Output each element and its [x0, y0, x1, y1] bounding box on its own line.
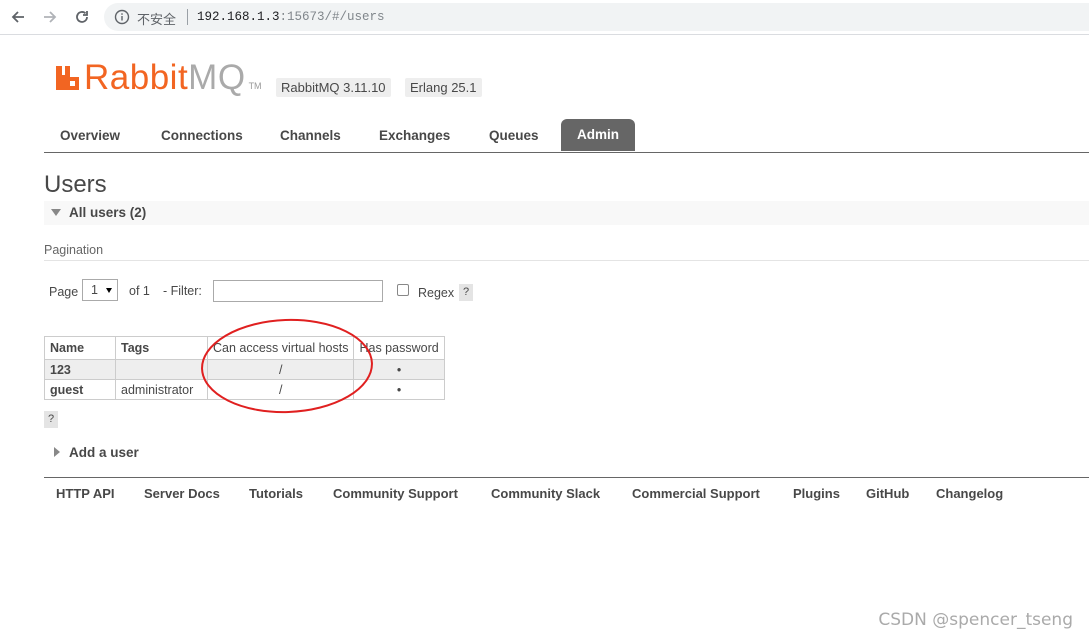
all-users-heading: All users (2) [69, 205, 147, 220]
footer-link-community-slack[interactable]: Community Slack [491, 486, 600, 501]
footer-link-changelog[interactable]: Changelog [936, 486, 1003, 501]
table-help-button[interactable]: ? [44, 411, 58, 428]
footer-link-tutorials[interactable]: Tutorials [249, 486, 303, 501]
url-path: :15673/#/users [279, 10, 385, 24]
column-header-has-password[interactable]: Has password [353, 336, 445, 360]
security-status: 不安全 [137, 13, 177, 28]
tab-queues[interactable]: Queues [473, 119, 555, 152]
watermark-text: CSDN @spencer_tseng [878, 610, 1073, 630]
footer-link-community-support[interactable]: Community Support [333, 486, 458, 501]
url-host: 192.168.1.3 [197, 10, 280, 24]
logo-trademark: TM [248, 81, 262, 91]
footer-link-http-api[interactable]: HTTP API [56, 486, 115, 501]
column-header-name[interactable]: Name [44, 336, 116, 360]
user-name[interactable]: guest [44, 379, 116, 400]
pagination-heading: Pagination [44, 243, 104, 257]
user-has-password: • [353, 359, 445, 380]
tab-channels[interactable]: Channels [264, 119, 357, 152]
expand-triangle-icon [54, 447, 60, 457]
user-tags: administrator [115, 379, 208, 400]
browser-toolbar: 不安全 192.168.1.3:15673/#/users [0, 0, 1089, 34]
column-header-vhosts[interactable]: Can access virtual hosts [206, 336, 355, 360]
filter-label: - Filter: [163, 284, 202, 298]
regex-checkbox[interactable] [397, 284, 409, 296]
rabbitmq-logo[interactable]: RabbitMQ TM [55, 60, 262, 96]
toolbar-divider [0, 34, 1089, 35]
filter-input[interactable] [213, 280, 383, 302]
back-icon[interactable] [7, 6, 29, 28]
page-count: of 1 [129, 284, 150, 298]
forward-icon[interactable] [39, 6, 61, 28]
tab-admin[interactable]: Admin [561, 119, 635, 151]
table-header-row: Name Tags Can access virtual hosts Has p… [44, 336, 445, 360]
page-select[interactable]: 1 [82, 279, 118, 301]
page-title: Users [44, 171, 107, 198]
user-has-password: • [353, 379, 445, 400]
page-select-value: 1 [91, 283, 98, 297]
user-name[interactable]: 123 [44, 359, 116, 380]
rabbit-logo-icon [56, 66, 79, 90]
table-row[interactable]: 123 / • [44, 359, 445, 380]
table-row[interactable]: guest administrator / • [44, 379, 445, 400]
url-text[interactable]: 192.168.1.3:15673/#/users [197, 10, 385, 24]
reload-icon[interactable] [71, 6, 93, 28]
column-header-tags[interactable]: Tags [115, 336, 208, 360]
address-bar[interactable]: 不安全 192.168.1.3:15673/#/users [104, 3, 1089, 31]
info-icon[interactable] [114, 9, 130, 25]
footer-divider [44, 477, 1089, 478]
footer-link-commercial-support[interactable]: Commercial Support [632, 486, 760, 501]
collapse-triangle-icon [51, 209, 61, 216]
regex-label: Regex [418, 286, 455, 300]
add-user-toggle[interactable]: Add a user [69, 445, 139, 460]
users-table: Name Tags Can access virtual hosts Has p… [44, 336, 445, 400]
regex-help-button[interactable]: ? [459, 284, 473, 301]
footer-link-plugins[interactable]: Plugins [793, 486, 840, 501]
tab-exchanges[interactable]: Exchanges [363, 119, 466, 152]
pagination-divider [44, 260, 1089, 261]
user-vhosts: / [206, 379, 355, 400]
tab-overview[interactable]: Overview [44, 119, 136, 152]
main-tabs: Overview Connections Channels Exchanges … [44, 119, 1089, 153]
tab-connections[interactable]: Connections [145, 119, 259, 152]
rabbitmq-version-badge: RabbitMQ 3.11.10 [276, 78, 391, 97]
user-vhosts: / [206, 359, 355, 380]
erlang-version-badge: Erlang 25.1 [405, 78, 482, 97]
url-divider [187, 9, 188, 25]
user-tags [115, 359, 208, 380]
dropdown-caret-icon [106, 288, 112, 293]
page-label: Page [49, 285, 79, 299]
footer-link-server-docs[interactable]: Server Docs [144, 486, 220, 501]
all-users-section-toggle[interactable]: All users (2) [44, 201, 1089, 225]
footer-link-github[interactable]: GitHub [866, 486, 909, 501]
logo-text: RabbitMQ [84, 58, 246, 97]
